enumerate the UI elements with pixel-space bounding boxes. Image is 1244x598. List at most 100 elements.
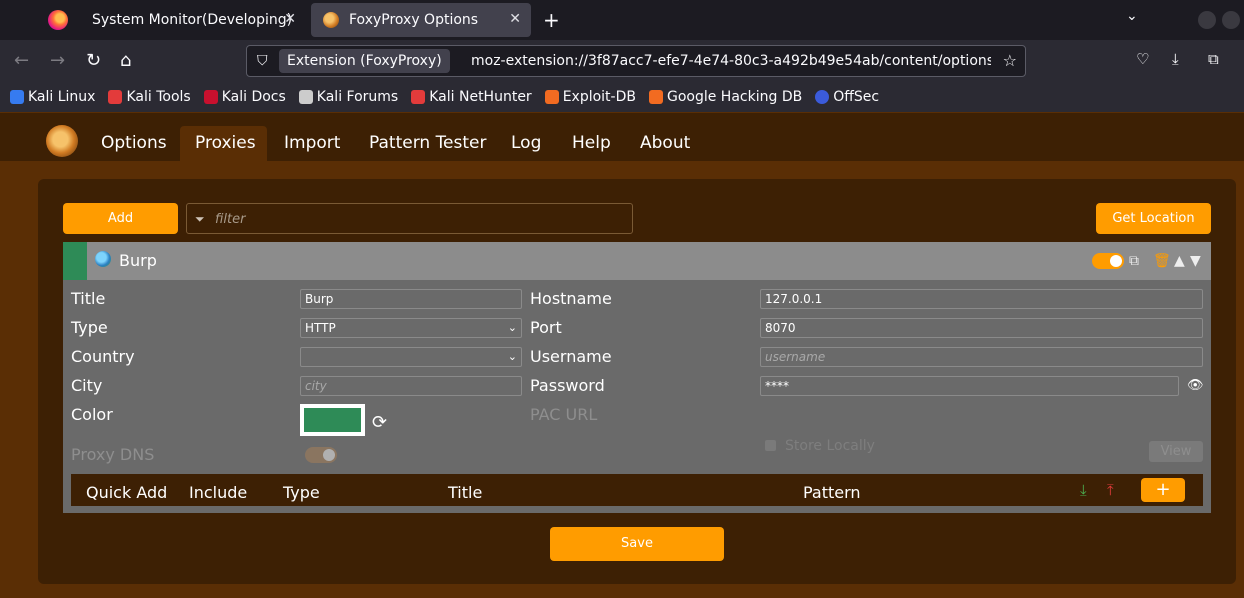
color-swatch [304, 408, 361, 432]
url-text[interactable]: moz-extension://3f87acc7-efe7-4e74-80c3-… [471, 53, 991, 69]
bookmark-label: Kali NetHunter [429, 89, 532, 105]
globe-icon [95, 251, 111, 267]
store-locally-checkbox[interactable] [765, 440, 776, 451]
bookmark-kali-tools[interactable]: Kali Tools [108, 89, 191, 105]
tab-help[interactable]: Help [572, 126, 611, 162]
tab-foxyproxy-options[interactable]: FoxyProxy Options ✕ [311, 3, 531, 37]
proxy-enabled-toggle[interactable] [1092, 253, 1124, 269]
proxy-dns-label: Proxy DNS [71, 445, 155, 464]
proxy-card-title: Burp [119, 251, 157, 270]
store-locally-label: Store Locally [785, 438, 875, 454]
offsec-icon [815, 90, 830, 104]
type-select[interactable]: HTTP ⌄ [300, 318, 522, 338]
bookmark-label: Kali Docs [221, 89, 286, 105]
pac-url-label: PAC URL [530, 405, 598, 424]
hostname-field[interactable]: 127.0.0.1 [760, 289, 1203, 309]
extension-identity-chip[interactable]: Extension (FoxyProxy) [279, 49, 450, 73]
firefox-logo-icon[interactable] [48, 10, 68, 30]
username-label: Username [530, 347, 612, 366]
reload-icon[interactable]: ↻ [86, 50, 101, 71]
back-arrow-icon[interactable]: ← [14, 50, 29, 71]
downloads-icon[interactable]: ⤓ [1172, 50, 1179, 68]
proxy-card-header[interactable] [63, 242, 1211, 280]
get-location-button[interactable]: Get Location [1096, 203, 1211, 234]
city-label: City [71, 376, 103, 395]
delete-icon[interactable]: 🗑 [1153, 253, 1171, 269]
foxyproxy-logo-icon [46, 125, 78, 157]
color-label: Color [71, 405, 113, 424]
city-field[interactable]: city [300, 376, 522, 396]
google-hacking-db-icon [648, 90, 663, 104]
extensions-icon[interactable]: ⧉ [1208, 50, 1219, 68]
title-field[interactable]: Burp [300, 289, 522, 309]
color-picker[interactable] [300, 404, 365, 436]
browser-nav-bar: ← → ↻ ⌂ ⛉ Extension (FoxyProxy) moz-exte… [0, 40, 1244, 82]
tab-proxies[interactable]: Proxies [195, 126, 256, 162]
move-down-icon[interactable]: ▼ [1190, 253, 1201, 269]
move-up-icon[interactable]: ▲ [1174, 253, 1185, 269]
column-pattern: Pattern [803, 483, 861, 502]
bookmark-exploit-db[interactable]: Exploit-DB [544, 89, 636, 105]
new-tab-button[interactable]: + [543, 8, 560, 32]
bookmark-kali-docs[interactable]: Kali Docs [203, 89, 286, 105]
shield-icon[interactable]: ⛉ [257, 53, 268, 69]
bookmark-star-icon[interactable]: ☆ [1003, 51, 1017, 70]
kali-nethunter-icon [411, 90, 426, 104]
save-button[interactable]: Save [550, 527, 724, 561]
window-close-button[interactable] [1222, 11, 1240, 29]
username-field[interactable]: username [760, 347, 1203, 367]
duplicate-icon[interactable]: ⧉ [1129, 253, 1139, 269]
filter-icon: ⏷ [195, 212, 205, 226]
kali-tools-icon [108, 90, 123, 104]
pocket-icon[interactable]: ♡ [1136, 50, 1149, 68]
url-bar[interactable]: ⛉ Extension (FoxyProxy) moz-extension://… [246, 45, 1026, 77]
tab-import[interactable]: Import [284, 126, 340, 162]
add-pattern-button[interactable]: + [1141, 478, 1185, 502]
hostname-label: Hostname [530, 289, 612, 308]
window-minimize-button[interactable] [1198, 11, 1216, 29]
bookmark-kali-nethunter[interactable]: Kali NetHunter [411, 89, 532, 105]
tab-title: System Monitor(Developing) [92, 12, 293, 28]
close-tab-icon[interactable]: ✕ [509, 11, 521, 27]
filter-input[interactable]: ⏷ filter [186, 203, 633, 234]
show-password-eye-icon[interactable]: 👁 [1187, 378, 1204, 393]
view-pac-button[interactable]: View [1149, 441, 1203, 462]
bookmark-kali-forums[interactable]: Kali Forums [298, 89, 398, 105]
password-field[interactable]: **** [760, 376, 1179, 396]
tab-log[interactable]: Log [511, 126, 541, 162]
column-title: Title [448, 483, 483, 502]
tab-options[interactable]: Options [101, 126, 167, 162]
country-label: Country [71, 347, 135, 366]
tab-title: FoxyProxy Options [349, 12, 479, 28]
proxy-dns-toggle[interactable] [305, 447, 337, 463]
tab-list-chevron-icon[interactable]: ⌄ [1126, 8, 1138, 24]
add-proxy-button[interactable]: Add [63, 203, 178, 234]
bookmark-label: Kali Linux [28, 89, 96, 105]
port-label: Port [530, 318, 562, 337]
tab-pattern-tester[interactable]: Pattern Tester [369, 126, 487, 162]
bookmark-kali-linux[interactable]: Kali Linux [10, 89, 95, 105]
browser-tab-bar: System Monitor(Developing) ✕ FoxyProxy O… [0, 0, 1244, 40]
column-include: Include [189, 483, 248, 502]
bookmark-google-hacking-db[interactable]: Google Hacking DB [648, 89, 803, 105]
bookmark-label: Google Hacking DB [666, 89, 803, 105]
bookmark-label: OffSec [833, 89, 880, 105]
import-patterns-icon[interactable]: ⤓ [1080, 481, 1087, 499]
foxyproxy-favicon-icon [323, 12, 339, 28]
country-select[interactable]: ⌄ [300, 347, 522, 367]
column-quick-add: Quick Add [86, 483, 168, 502]
close-tab-icon[interactable]: ✕ [284, 11, 296, 27]
kali-docs-icon [203, 90, 218, 104]
bookmark-label: Exploit-DB [562, 89, 636, 105]
forward-arrow-icon[interactable]: → [50, 50, 65, 71]
export-patterns-icon[interactable]: ⤒ [1107, 481, 1114, 499]
filter-placeholder: filter [215, 212, 246, 227]
kali-linux-icon [10, 90, 24, 104]
tab-system-monitor[interactable]: System Monitor(Developing) ✕ [80, 3, 306, 37]
home-icon[interactable]: ⌂ [120, 50, 131, 71]
port-field[interactable]: 8070 [760, 318, 1203, 338]
random-color-icon[interactable]: ⟳ [372, 412, 387, 433]
password-label: Password [530, 376, 605, 395]
bookmark-offsec[interactable]: OffSec [815, 89, 879, 105]
tab-about[interactable]: About [640, 126, 690, 162]
